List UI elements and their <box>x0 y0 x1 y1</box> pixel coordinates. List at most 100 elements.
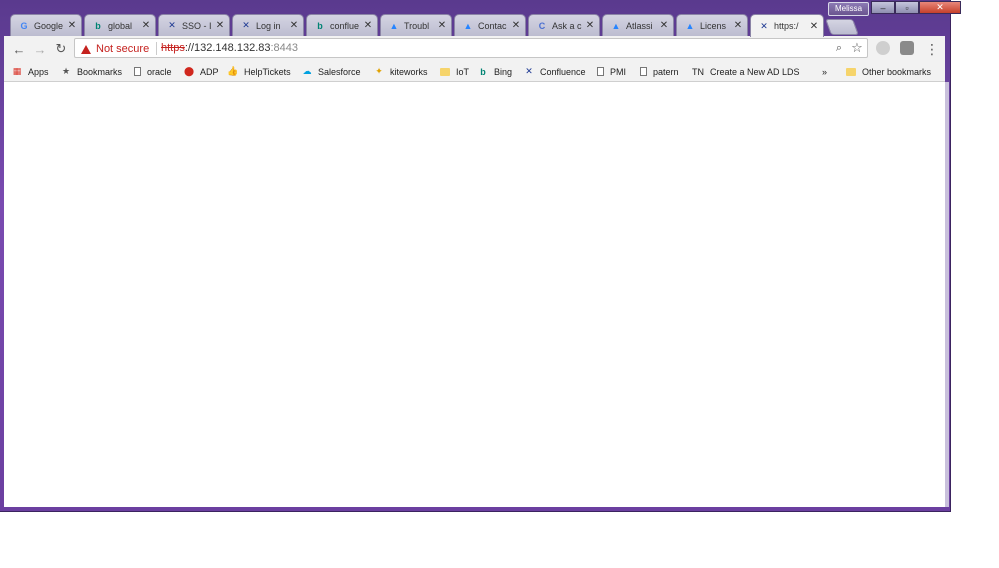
url-text[interactable]: https://132.148.132.83:8443 <box>161 42 298 54</box>
folder-icon <box>440 67 450 76</box>
tab-label: https:/ <box>774 21 799 31</box>
bookmark-item[interactable]: ✕ Confluence <box>524 65 586 78</box>
tab-close-icon[interactable]: ✕ <box>511 20 521 31</box>
tab[interactable]: b conflue ✕ <box>306 14 378 36</box>
tab-label: Ask a c <box>552 20 582 31</box>
tab-label: Atlassi <box>626 20 653 31</box>
bookmark-label: Create a New AD LDS <box>710 66 800 77</box>
tab[interactable]: ▲ Licens ✕ <box>676 14 748 36</box>
omnibox-divider <box>156 42 157 55</box>
browser-window: Melissa – ▫ ✕ G Google ✕ b global ✕ ✕ SSO - I ✕ ✕… <box>0 0 961 512</box>
title-bar: Melissa – ▫ ✕ G Google ✕ b global ✕ ✕ SSO - I ✕ ✕… <box>0 0 961 37</box>
tab[interactable]: ✕ https:/ ✕ <box>750 14 824 37</box>
bookmark-item[interactable]: TN <box>692 65 704 78</box>
bookmark-item[interactable]: IoT <box>440 65 469 78</box>
url-scheme: https <box>161 42 185 54</box>
bookmark-label: ADP <box>200 66 219 77</box>
tab[interactable]: b global ✕ <box>84 14 156 36</box>
extension-icon[interactable] <box>876 41 890 55</box>
other-bookmarks-folder[interactable]: Other bookmarks <box>846 65 931 78</box>
tab-label: Licens <box>700 20 727 31</box>
bookmark-label: IoT <box>456 66 470 77</box>
bookmark-item[interactable]: ☁ Salesforce <box>302 65 361 78</box>
bookmark-label: kiteworks <box>390 66 428 77</box>
folder-icon <box>846 67 856 76</box>
tab[interactable]: ▲ Troubl ✕ <box>380 14 452 36</box>
bookmark-label: Apps <box>28 66 49 77</box>
bookmark-label: Bookmarks <box>77 66 123 77</box>
bookmark-item[interactable]: 👍 HelpTickets <box>227 65 290 78</box>
tab-label: conflue <box>330 20 360 31</box>
tab-close-icon[interactable]: ✕ <box>733 20 743 31</box>
toolbar: ← → ↻ Not secure https://132.148.132.83:… <box>4 36 945 63</box>
bookmark-item[interactable]: PMI <box>597 65 626 78</box>
window-controls: – ▫ ✕ <box>871 1 961 14</box>
tab-close-icon[interactable]: ✕ <box>585 20 595 31</box>
bookmark-label: oracle <box>147 66 172 77</box>
tab-favicon-icon: ✕ <box>168 20 176 30</box>
bookmark-item[interactable]: patern <box>640 65 679 78</box>
bookmark-item[interactable]: ★ Bookmarks <box>61 65 122 78</box>
tab-close-icon[interactable]: ✕ <box>67 20 77 31</box>
bing-icon: b <box>480 66 486 77</box>
url-host: ://132.148.132.83 <box>184 42 271 54</box>
reload-button[interactable]: ↻ <box>52 40 70 58</box>
tab-label: global <box>108 20 133 31</box>
tab-close-icon[interactable]: ✕ <box>809 21 819 32</box>
tab-label: Troubl <box>404 20 430 31</box>
bookmarks-overflow-button[interactable]: » <box>822 65 827 78</box>
security-indicator[interactable]: Not secure <box>81 42 149 56</box>
bookmark-item[interactable]: ▦ Apps <box>12 65 49 78</box>
bookmark-item[interactable]: ✦ kiteworks <box>374 65 428 78</box>
forward-button[interactable]: → <box>31 40 49 58</box>
extension-square-icon[interactable] <box>900 41 914 55</box>
page-icon <box>134 67 141 76</box>
tab-close-icon[interactable]: ✕ <box>659 20 669 31</box>
tab-favicon-icon: ✕ <box>760 20 768 31</box>
tab-favicon-icon: b <box>317 20 323 31</box>
tab-favicon-icon: G <box>20 20 28 31</box>
page-icon <box>640 67 647 76</box>
tab-close-icon[interactable]: ✕ <box>363 20 373 31</box>
apps-grid-icon: ▦ <box>12 66 22 76</box>
bookmark-label: PMI <box>610 66 627 77</box>
bookmark-item[interactable]: Create a New AD LDS <box>710 65 800 78</box>
bookmark-label: Confluence <box>540 66 586 77</box>
tab[interactable]: ▲ Atlassi ✕ <box>602 14 674 36</box>
bookmark-star-icon[interactable]: ☆ <box>850 40 864 55</box>
tab-close-icon[interactable]: ✕ <box>141 20 151 31</box>
page-icon <box>597 67 604 76</box>
tab[interactable]: G Google ✕ <box>10 14 82 36</box>
address-bar[interactable]: Not secure https://132.148.132.83:8443 ⌕… <box>74 38 868 58</box>
star-icon: ★ <box>61 66 71 76</box>
kite-icon: ✦ <box>375 66 383 76</box>
maximize-button[interactable]: ▫ <box>895 1 919 14</box>
tab-favicon-icon: ▲ <box>389 20 399 31</box>
url-port: :8443 <box>270 42 299 54</box>
tab-close-icon[interactable]: ✕ <box>289 20 299 31</box>
bookmark-item[interactable]: oracle <box>134 65 172 78</box>
tab-close-icon[interactable]: ✕ <box>437 20 447 31</box>
tab-favicon-icon: b <box>95 20 101 31</box>
zoom-icon[interactable]: ⌕ <box>832 41 846 55</box>
bookmark-item[interactable]: b Bing <box>478 65 512 78</box>
new-tab-button[interactable] <box>825 19 859 35</box>
tab[interactable]: ✕ Log in ✕ <box>232 14 304 36</box>
tab-label: Log in <box>256 20 281 31</box>
tab[interactable]: ✕ SSO - I ✕ <box>158 14 230 36</box>
bookmark-label: Bing <box>494 66 513 77</box>
tab[interactable]: ▲ Contac ✕ <box>454 14 526 36</box>
tab[interactable]: C Ask a c ✕ <box>528 14 600 36</box>
close-window-button[interactable]: ✕ <box>919 1 961 14</box>
bookmark-label: patern <box>653 66 679 77</box>
back-button[interactable]: ← <box>10 40 28 58</box>
warning-icon <box>81 44 91 54</box>
minimize-button[interactable]: – <box>871 1 895 14</box>
chrome-menu-button[interactable]: ⋮ <box>923 40 941 58</box>
bookmark-label: TN <box>692 66 704 77</box>
tab-close-icon[interactable]: ✕ <box>215 20 225 31</box>
bookmark-item[interactable]: ⬤ ADP <box>184 65 219 78</box>
bookmarks-bar: ▦ Apps ★ Bookmarks oracle ⬤ ADP 👍 HelpTickets ☁ Sa… <box>4 62 945 82</box>
tab-label: SSO - I <box>182 20 212 31</box>
tab-strip: G Google ✕ b global ✕ ✕ SSO - I ✕ ✕ Log in ✕ b conflu… <box>10 14 859 37</box>
